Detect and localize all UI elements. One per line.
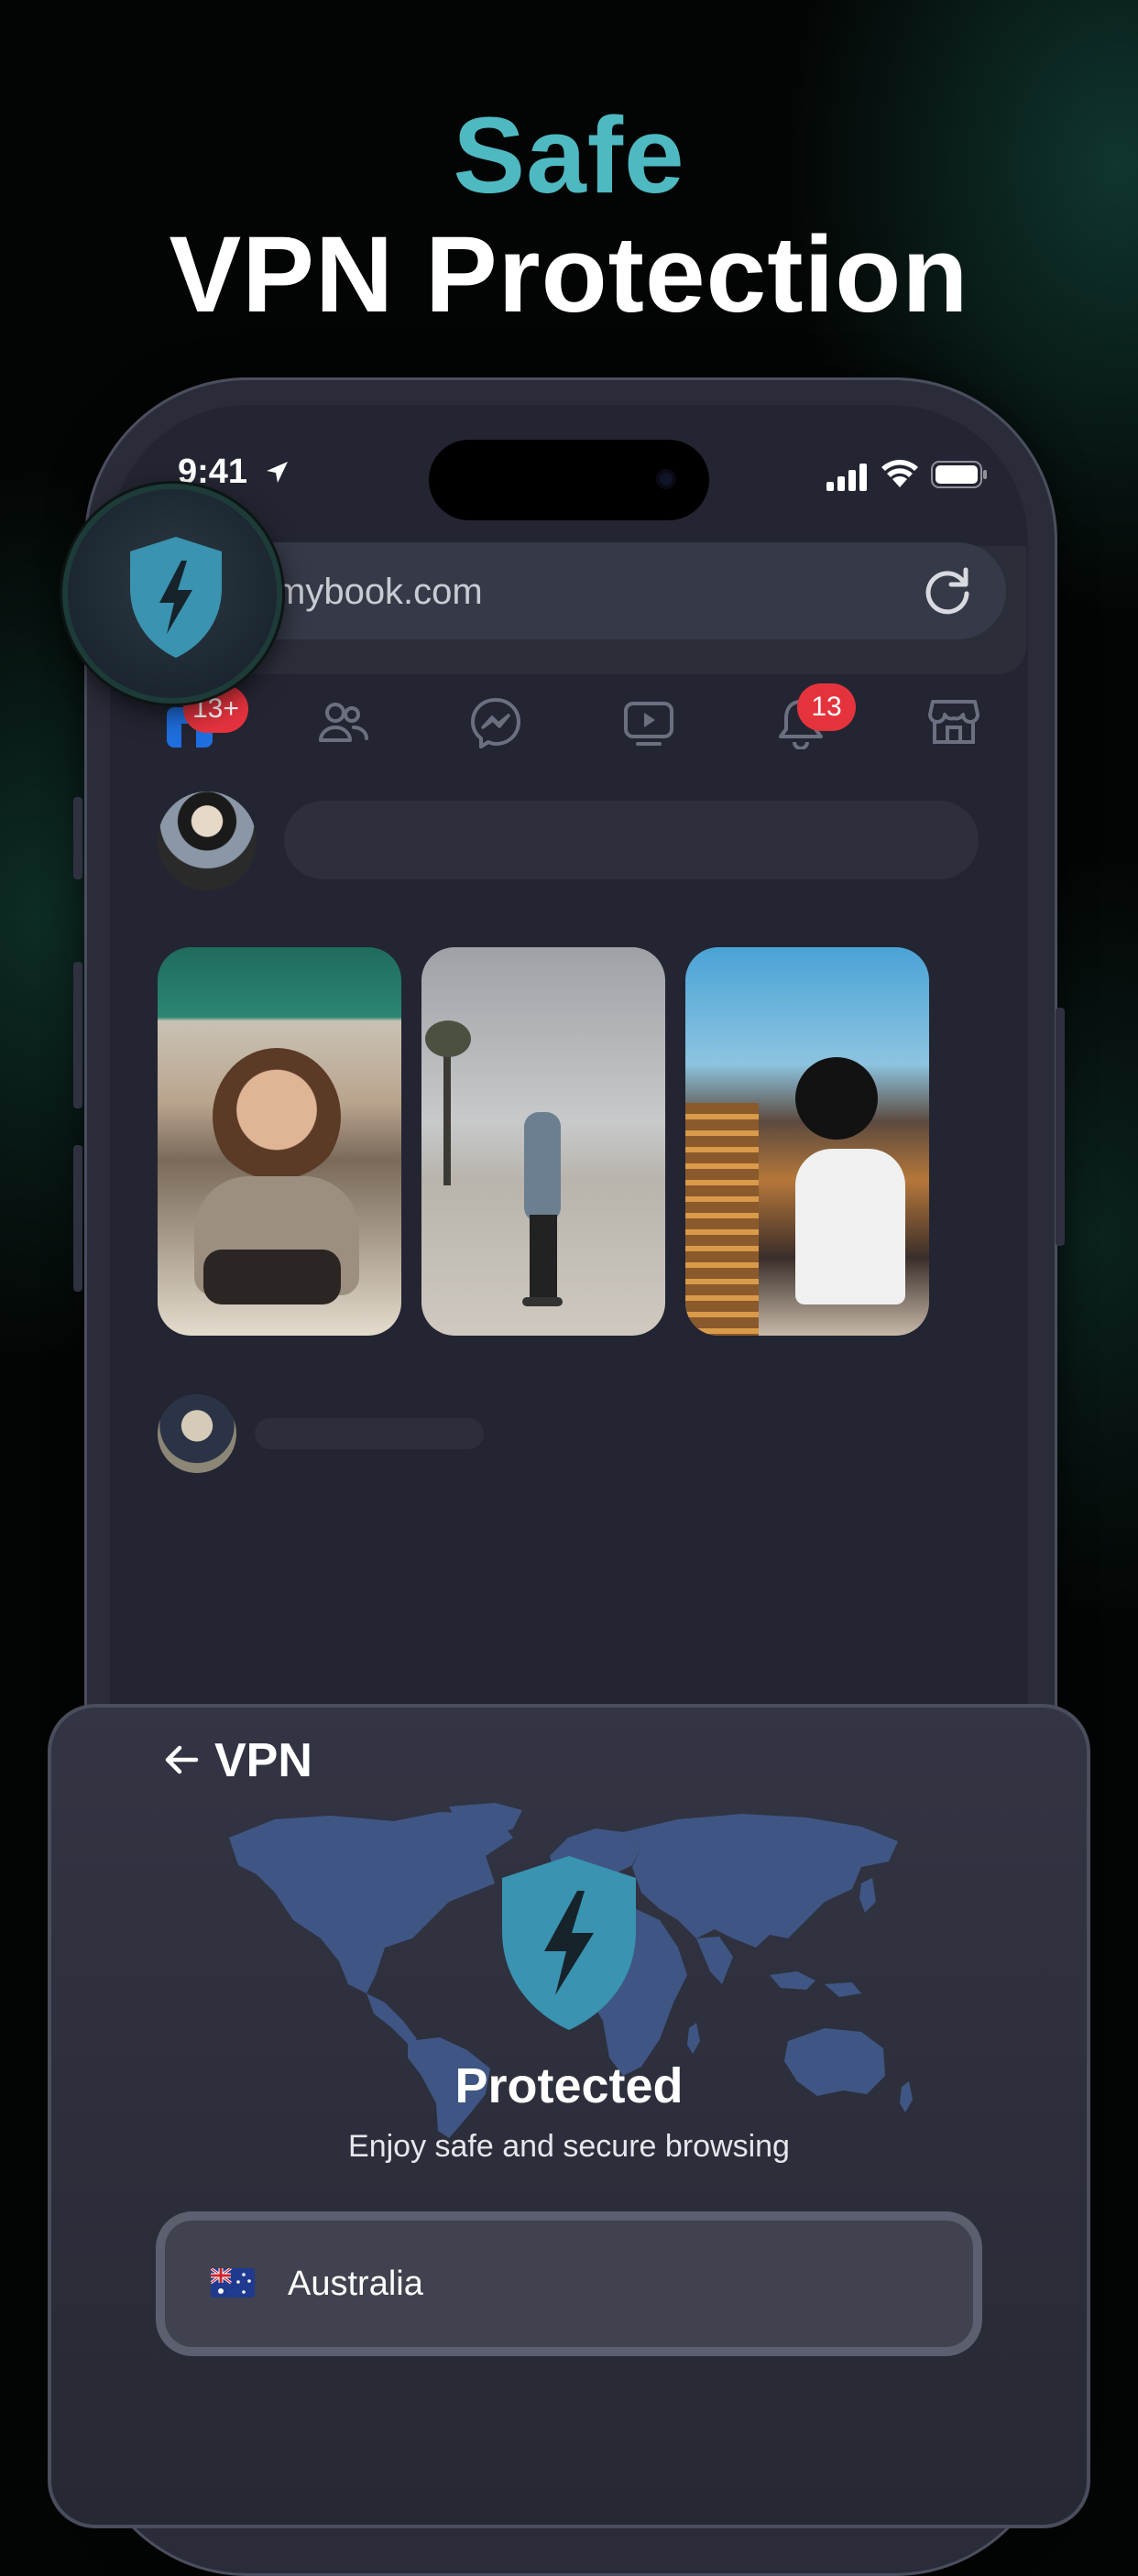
post-skeleton-line — [255, 1418, 484, 1449]
country-selector[interactable] — [156, 2211, 982, 2356]
story-building — [685, 1103, 759, 1336]
headline: Safe VPN Protection — [0, 92, 1138, 339]
story-person-legs — [530, 1215, 557, 1297]
back-arrow-icon[interactable] — [163, 1741, 202, 1779]
story-person-shorts — [203, 1250, 341, 1304]
story-person-hair — [795, 1057, 878, 1140]
vpn-shield-icon — [502, 1856, 636, 2030]
wifi-icon — [881, 460, 918, 487]
australia-flag-icon — [211, 2268, 255, 2298]
shield-bolt-icon — [130, 537, 222, 658]
phone-volume-up-button — [73, 962, 82, 1108]
url-text[interactable]: mybook.com — [275, 572, 483, 613]
story-person — [524, 1112, 561, 1222]
story-person — [213, 1048, 341, 1185]
protection-status: Protected — [454, 2058, 684, 2113]
vpn-title: VPN — [214, 1734, 312, 1787]
cellular-signal-icon — [826, 464, 867, 491]
messenger-icon[interactable] — [469, 696, 522, 749]
story-card[interactable] — [421, 947, 665, 1336]
post-author-avatar[interactable] — [158, 1394, 236, 1473]
phone-side-button — [73, 797, 82, 879]
country-name[interactable]: Australia — [288, 2265, 423, 2304]
vpn-shield-badge[interactable] — [62, 484, 282, 704]
headline-title: VPN Protection — [169, 214, 969, 335]
story-card[interactable] — [685, 947, 929, 1336]
reload-icon[interactable] — [920, 562, 975, 617]
location-arrow-icon — [267, 462, 288, 483]
post-composer-input[interactable] — [284, 801, 979, 879]
video-icon[interactable] — [623, 696, 674, 748]
friends-icon[interactable] — [317, 696, 368, 748]
notifications-badge: 13 — [797, 683, 856, 731]
story-person-body — [795, 1149, 905, 1304]
phone-power-button — [1056, 1008, 1065, 1246]
protection-subtitle: Enjoy safe and secure browsing — [348, 2129, 790, 2164]
story-card[interactable] — [158, 947, 401, 1336]
phone-volume-down-button — [73, 1145, 82, 1292]
profile-avatar[interactable] — [158, 791, 257, 890]
story-skateboard — [522, 1297, 563, 1306]
marketplace-icon[interactable] — [927, 696, 980, 748]
camera-icon — [656, 469, 676, 489]
headline-accent: Safe — [453, 95, 685, 216]
story-palm-leaves — [425, 1021, 471, 1057]
battery-icon — [931, 461, 987, 488]
